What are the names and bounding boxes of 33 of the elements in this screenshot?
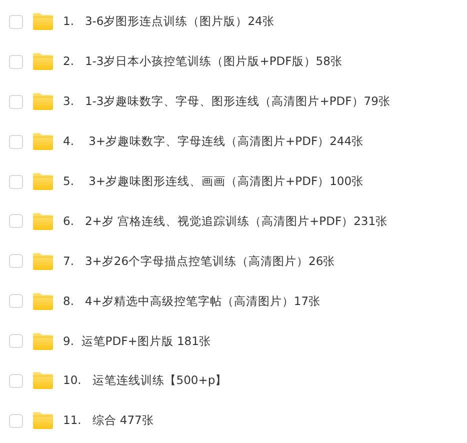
- checkbox[interactable]: [9, 54, 23, 69]
- folder-icon: [33, 212, 53, 230]
- checkbox[interactable]: [9, 214, 23, 228]
- checkbox[interactable]: [9, 174, 23, 188]
- checkbox[interactable]: [9, 414, 23, 428]
- folder-name[interactable]: 11. 综合 477张: [63, 413, 154, 428]
- folder-name[interactable]: 10. 运笔连线训练【500+p】: [63, 373, 228, 388]
- folder-icon: [33, 252, 53, 270]
- checkbox[interactable]: [9, 294, 23, 308]
- folder-name[interactable]: 1. 3-6岁图形连点训练（图片版）24张: [63, 14, 274, 30]
- folder-name[interactable]: 6. 2+岁 宫格连线、视觉追踪训练（高清图片+PDF）231张: [63, 214, 388, 229]
- checkbox[interactable]: [9, 94, 23, 109]
- folder-icon: [33, 412, 53, 430]
- checkbox[interactable]: [9, 334, 23, 348]
- checkbox[interactable]: [9, 254, 23, 268]
- folder-name[interactable]: 2. 1-3岁日本小孩控笔训练（图片版+PDF版）58张: [63, 54, 342, 70]
- folder-icon: [33, 173, 53, 190]
- folder-name[interactable]: 7. 3+岁26个字母描点控笔训练（高清图片）26张: [63, 254, 336, 269]
- folder-icon: [33, 53, 53, 70]
- folder-icon: [33, 93, 53, 110]
- checkbox[interactable]: [9, 374, 23, 388]
- folder-icon: [33, 372, 53, 390]
- folder-name[interactable]: 5. 3+岁趣味图形连线、画画（高清图片+PDF）100张: [63, 174, 364, 189]
- folder-icon: [33, 133, 53, 150]
- folder-name[interactable]: 8. 4+岁精选中高级控笔字帖（高清图片）17张: [63, 294, 321, 309]
- checkbox[interactable]: [9, 14, 23, 29]
- folder-name[interactable]: 4. 3+岁趣味数字、字母连线（高清图片+PDF）244张: [63, 134, 364, 150]
- folder-name[interactable]: 9. 运笔PDF+图片版 181张: [63, 334, 211, 349]
- checkbox[interactable]: [9, 134, 23, 149]
- folder-icon: [33, 292, 53, 310]
- folder-icon: [33, 13, 53, 30]
- folder-name[interactable]: 3. 1-3岁趣味数字、字母、图形连线（高清图片+PDF）79张: [63, 94, 390, 110]
- folder-icon: [33, 332, 53, 350]
